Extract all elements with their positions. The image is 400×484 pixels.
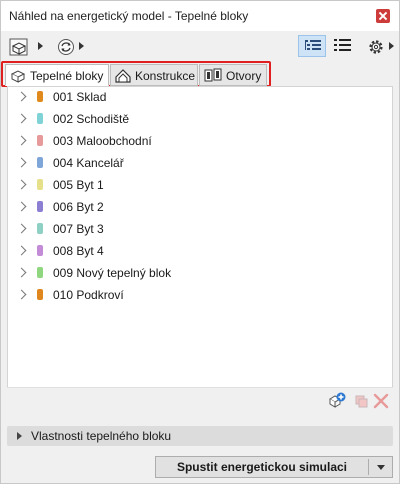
list-item-label: 001 Sklad [53, 90, 107, 104]
list-item-label: 010 Podkroví [53, 288, 124, 302]
refresh-icon [58, 39, 74, 55]
list-item-label: 009 Nový tepelný blok [53, 266, 172, 280]
properties-panel-toggle[interactable]: Vlastnosti tepelného bloku [7, 426, 393, 446]
chevron-right-icon[interactable] [16, 91, 27, 102]
split-divider [368, 459, 369, 475]
settings-dropdown-button[interactable] [363, 35, 397, 57]
chevron-right-icon[interactable] [16, 201, 27, 212]
run-simulation-split-button[interactable]: Spustit energetickou simulaci [155, 456, 393, 478]
list-item-label: 003 Maloobchodní [53, 134, 152, 148]
model-cube-icon [9, 38, 28, 56]
chevron-right-icon[interactable] [16, 157, 27, 168]
expand-arrow-icon [389, 42, 394, 50]
openings-icon [204, 68, 222, 82]
list-item[interactable]: 008 Byt 4 [8, 241, 392, 263]
chevron-right-icon[interactable] [16, 289, 27, 300]
color-swatch [37, 91, 43, 102]
refresh-dropdown-button[interactable] [53, 35, 87, 57]
expand-arrow-icon [79, 42, 84, 50]
list-item[interactable]: 010 Podkroví [8, 285, 392, 307]
chevron-down-icon[interactable] [377, 465, 385, 470]
copy-block-icon [355, 395, 368, 408]
delete-block-button[interactable] [371, 391, 391, 411]
list-item[interactable]: 005 Byt 1 [8, 175, 392, 197]
expand-arrow-icon [38, 42, 43, 50]
color-swatch [37, 135, 43, 146]
color-swatch [37, 179, 43, 190]
color-swatch [37, 289, 43, 300]
chevron-right-icon[interactable] [16, 179, 27, 190]
add-block-icon [329, 392, 346, 408]
copy-block-button[interactable] [351, 391, 371, 411]
delete-icon [373, 393, 389, 409]
list-toolbar [7, 387, 393, 414]
chevron-right-icon[interactable] [16, 223, 27, 234]
list-item[interactable]: 007 Byt 3 [8, 219, 392, 241]
window-title: Náhled na energetický model - Tepelné bl… [9, 9, 249, 23]
color-swatch [37, 201, 43, 212]
tab-label: Otvory [226, 69, 262, 83]
color-swatch [37, 267, 43, 278]
tab-label: Konstrukce [135, 69, 196, 83]
thermal-blocks-list: 001 Sklad 002 Schodiště 003 Maloobchodní 00… [7, 86, 393, 414]
list-view-icon [305, 40, 321, 50]
list-item-label: 002 Schodiště [53, 112, 130, 126]
details-view-button[interactable] [329, 35, 357, 57]
list-item[interactable]: 003 Maloobchodní [8, 131, 392, 153]
list-item[interactable]: 004 Kancelář [8, 153, 392, 175]
chevron-right-icon[interactable] [16, 135, 27, 146]
list-item[interactable]: 002 Schodiště [8, 109, 392, 131]
close-icon[interactable] [376, 9, 390, 23]
dialog-window: Náhled na energetický model - Tepelné bl… [0, 0, 400, 484]
tab-constructions[interactable]: Konstrukce [110, 64, 198, 86]
title-bar: Náhled na energetický model - Tepelné bl… [1, 1, 399, 31]
tab-bar-highlight: Tepelné bloky Konstrukce Otvory [1, 61, 271, 87]
tab-label: Tepelné bloky [30, 69, 104, 83]
settings-gear-icon [369, 40, 383, 54]
construction-icon [115, 69, 131, 83]
list-view-button[interactable] [298, 35, 326, 57]
toolbar [1, 31, 399, 61]
color-swatch [37, 157, 43, 168]
list-item[interactable]: 001 Sklad [8, 87, 392, 109]
model-dropdown-button[interactable] [6, 35, 46, 57]
chevron-right-icon[interactable] [16, 245, 27, 256]
color-swatch [37, 113, 43, 124]
list-item-label: 004 Kancelář [53, 156, 124, 170]
run-simulation-label: Spustit energetickou simulaci [176, 460, 348, 474]
color-swatch [37, 245, 43, 256]
color-swatch [37, 223, 43, 234]
add-block-button[interactable] [327, 391, 347, 411]
details-view-icon [334, 39, 351, 51]
list-item-label: 006 Byt 2 [53, 200, 104, 214]
tab-thermal-blocks[interactable]: Tepelné bloky [5, 64, 109, 86]
list-item-label: 007 Byt 3 [53, 222, 104, 236]
list-item[interactable]: 009 Nový tepelný blok [8, 263, 392, 285]
chevron-right-icon[interactable] [16, 113, 27, 124]
list-item-label: 008 Byt 4 [53, 244, 104, 258]
tab-openings[interactable]: Otvory [199, 64, 267, 86]
chevron-right-icon[interactable] [16, 267, 27, 278]
expand-arrow-icon [17, 432, 22, 440]
thermal-block-icon [10, 70, 26, 83]
properties-label: Vlastnosti tepelného bloku [31, 429, 172, 443]
list-item[interactable]: 006 Byt 2 [8, 197, 392, 219]
list-item-label: 005 Byt 1 [53, 178, 104, 192]
